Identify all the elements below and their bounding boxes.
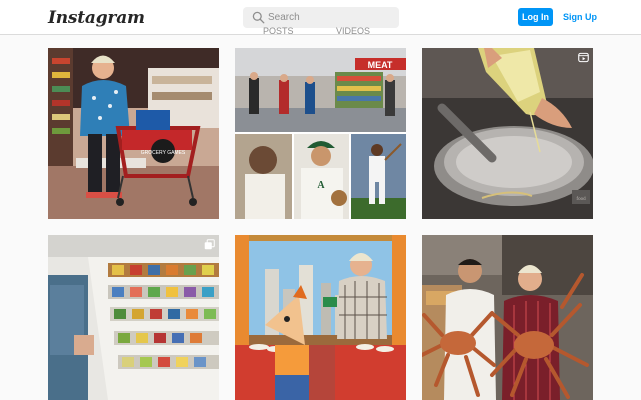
tab-videos[interactable]: VIDEOS [336,26,370,36]
post-tile[interactable] [422,235,593,400]
tab-videos-label: VIDEOS [336,26,371,36]
post-image [422,235,593,400]
post-tile[interactable]: food [422,48,593,219]
post-tile[interactable]: GROCERY GAMES [48,48,219,219]
post-overlay-text: GROCERY GAMES [141,150,186,156]
svg-text:A: A [317,180,325,191]
post-image: food [422,48,593,219]
reel-icon [578,52,589,63]
search-icon [252,11,265,24]
post-image: GROCERY GAMES [48,48,219,219]
carousel-icon [204,239,215,250]
search-input[interactable] [268,9,393,26]
log-in-button[interactable]: Log In [518,8,553,26]
post-image [48,235,219,400]
post-image [235,235,406,400]
tab-posts-label: POSTS [263,26,294,36]
post-image: MEAT A [235,48,406,219]
instagram-logo[interactable]: Instagram [48,8,145,28]
tab-posts[interactable]: POSTS [263,26,294,36]
profile-tabs: POSTS VIDEOS [250,26,390,36]
post-overlay-text: food [576,197,586,202]
post-tile[interactable] [48,235,219,400]
search-box[interactable] [243,7,399,28]
sign-up-link[interactable]: Sign Up [563,12,597,22]
post-overlay-text: MEAT [368,60,393,70]
post-tile[interactable] [235,235,406,400]
post-tile[interactable]: MEAT A [235,48,406,219]
